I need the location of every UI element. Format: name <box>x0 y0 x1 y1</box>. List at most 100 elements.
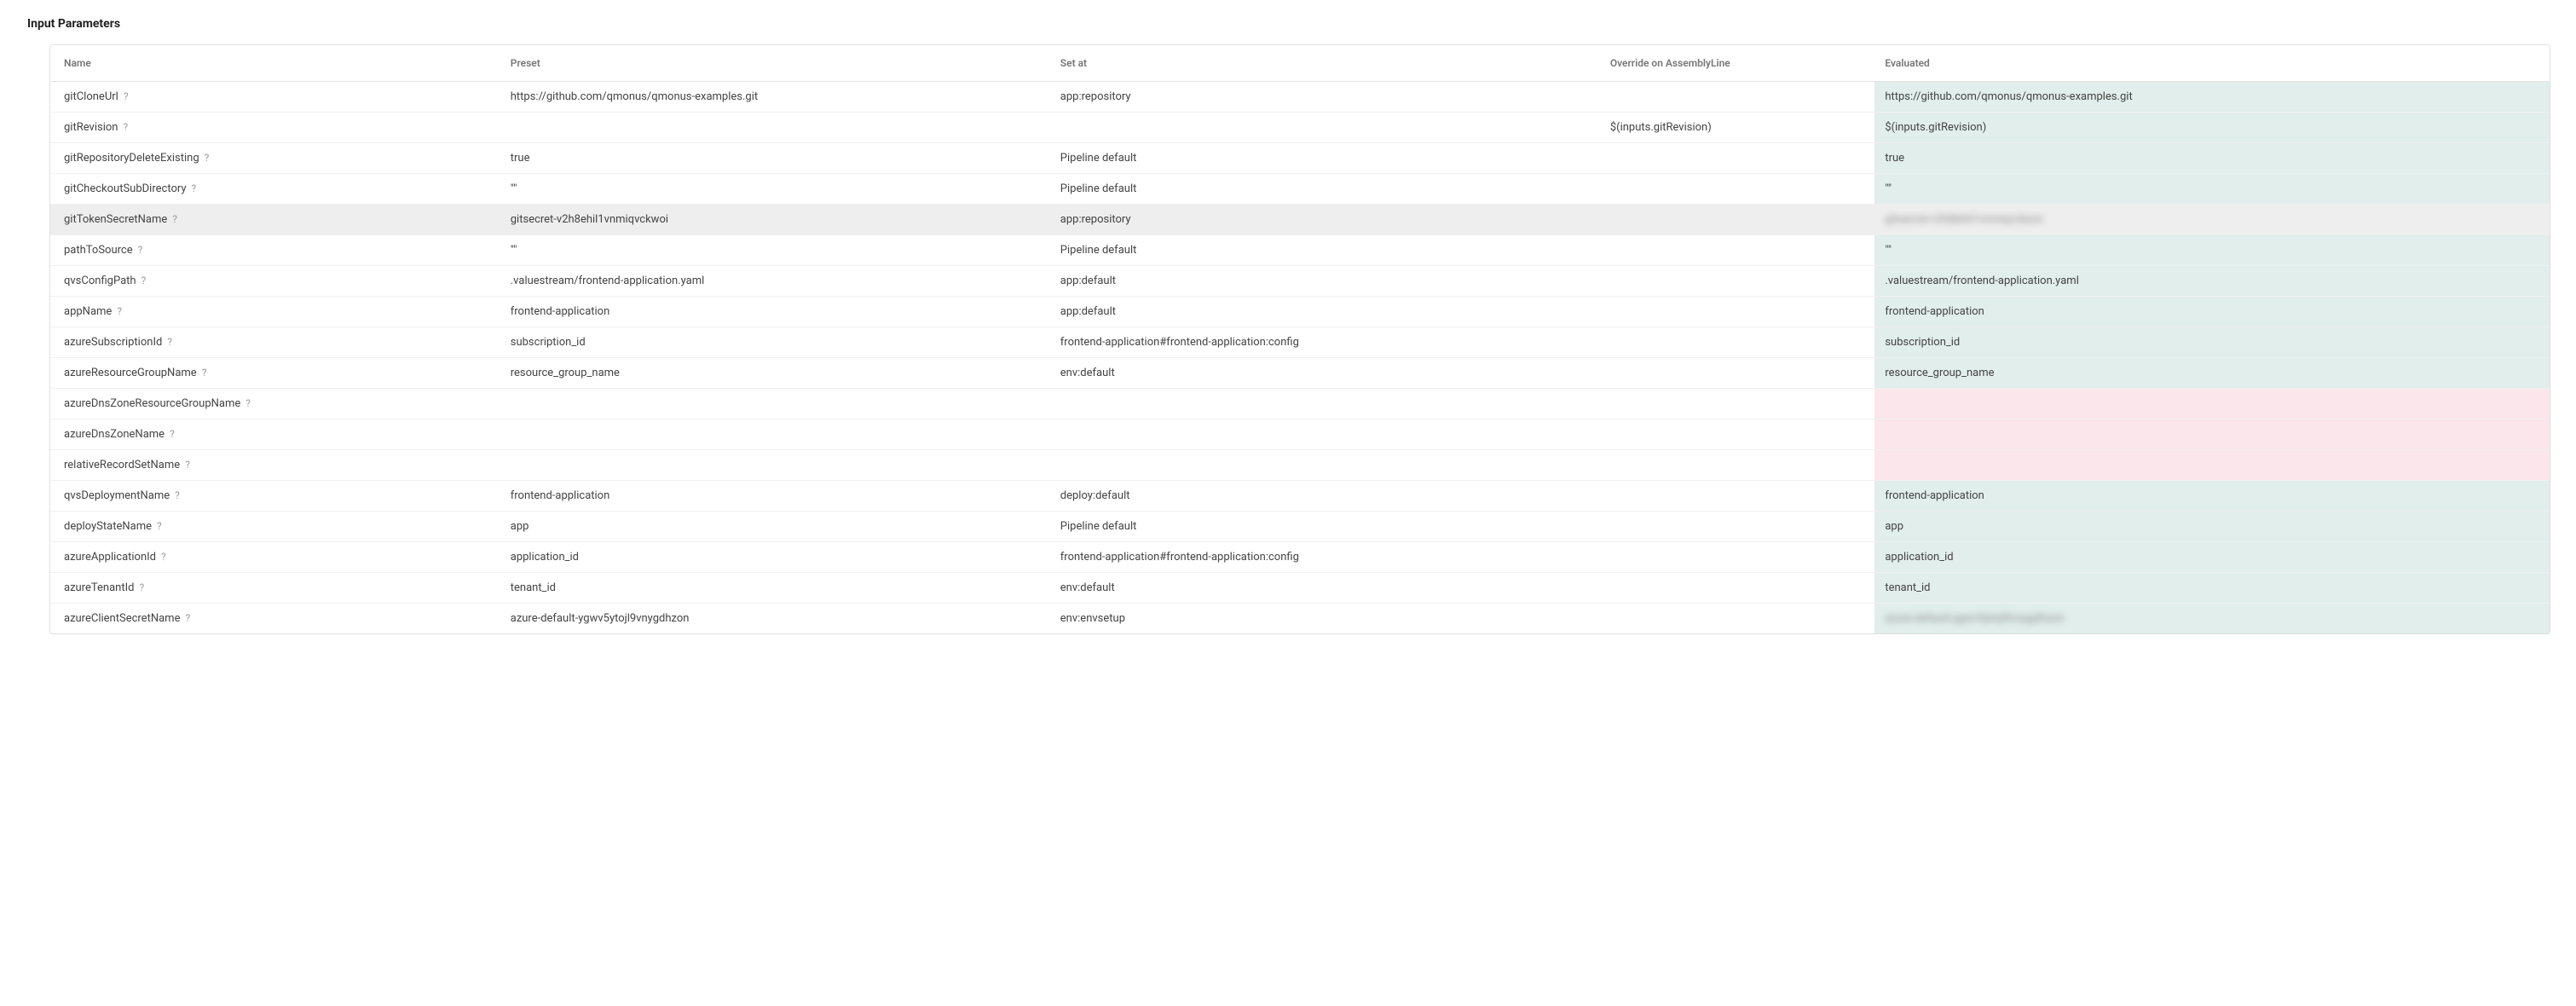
cell-setat <box>1050 389 1600 419</box>
table-body: gitCloneUrl?https://github.com/qmonus/qm… <box>50 82 2550 634</box>
col-header-setat: Set at <box>1050 45 1600 82</box>
cell-preset <box>500 389 1050 419</box>
table-row: gitCheckoutSubDirectory?""Pipeline defau… <box>50 174 2550 205</box>
evaluated-value: application_id <box>1885 551 1953 564</box>
cell-preset: resource_group_name <box>500 358 1050 389</box>
cell-preset <box>500 113 1050 143</box>
param-name: azureDnsZoneName <box>64 428 165 441</box>
col-header-name: Name <box>50 45 500 82</box>
cell-setat: env:default <box>1050 358 1600 389</box>
param-name: gitTokenSecretName <box>64 213 167 226</box>
param-name: azureTenantId <box>64 581 134 594</box>
cell-preset <box>500 419 1050 450</box>
cell-name: relativeRecordSetName? <box>50 450 500 481</box>
table-row: azureClientSecretName?azure-default-ygwv… <box>50 604 2550 634</box>
table-row: gitRevision?$(inputs.gitRevision)$(input… <box>50 113 2550 143</box>
evaluated-value: app <box>1885 520 1903 533</box>
param-name: relativeRecordSetName <box>64 459 180 471</box>
cell-name: azureDnsZoneResourceGroupName? <box>50 389 500 419</box>
param-name: appName <box>64 305 112 318</box>
cell-setat <box>1050 419 1600 450</box>
help-icon[interactable]: ? <box>202 367 207 379</box>
help-icon[interactable]: ? <box>172 213 177 225</box>
cell-override <box>1600 327 1875 358</box>
help-icon[interactable]: ? <box>161 551 166 563</box>
cell-preset: application_id <box>500 542 1050 573</box>
help-icon[interactable]: ? <box>185 612 190 624</box>
param-name: azureDnsZoneResourceGroupName <box>64 397 240 410</box>
cell-evaluated: true <box>1874 143 2550 174</box>
help-icon[interactable]: ? <box>175 489 180 501</box>
help-icon[interactable]: ? <box>167 336 172 348</box>
param-name: gitRepositoryDeleteExisting <box>64 152 199 165</box>
table-row: azureDnsZoneResourceGroupName? <box>50 389 2550 419</box>
help-icon[interactable]: ? <box>157 520 162 532</box>
cell-evaluated: "" <box>1874 174 2550 205</box>
help-icon[interactable]: ? <box>170 428 175 440</box>
help-icon[interactable]: ? <box>138 244 143 256</box>
help-icon[interactable]: ? <box>124 90 129 102</box>
evaluated-value: "" <box>1885 182 1892 195</box>
evaluated-value: frontend-application <box>1885 305 1984 318</box>
table-row: azureDnsZoneName? <box>50 419 2550 450</box>
cell-name: pathToSource? <box>50 235 500 266</box>
cell-name: azureTenantId? <box>50 573 500 604</box>
cell-preset: "" <box>500 174 1050 205</box>
cell-override <box>1600 235 1875 266</box>
cell-setat: Pipeline default <box>1050 512 1600 542</box>
cell-evaluated: tenant_id <box>1874 573 2550 604</box>
cell-preset: frontend-application <box>500 481 1050 512</box>
cell-setat: env:default <box>1050 573 1600 604</box>
parameters-table-wrapper: Name Preset Set at Override on AssemblyL… <box>49 44 2550 634</box>
cell-evaluated: .valuestream/frontend-application.yaml <box>1874 266 2550 297</box>
cell-preset: tenant_id <box>500 573 1050 604</box>
parameters-table: Name Preset Set at Override on AssemblyL… <box>50 45 2550 633</box>
cell-override <box>1600 389 1875 419</box>
cell-evaluated: gitsecret-v2h8ehil1vnmiqvckwoi <box>1874 205 2550 235</box>
table-header-row: Name Preset Set at Override on AssemblyL… <box>50 45 2550 82</box>
cell-setat: app:repository <box>1050 205 1600 235</box>
cell-override <box>1600 205 1875 235</box>
cell-evaluated: frontend-application <box>1874 481 2550 512</box>
cell-override <box>1600 450 1875 481</box>
cell-evaluated <box>1874 450 2550 481</box>
cell-evaluated: application_id <box>1874 542 2550 573</box>
cell-name: gitRevision? <box>50 113 500 143</box>
cell-name: azureSubscriptionId? <box>50 327 500 358</box>
param-name: deployStateName <box>64 520 152 533</box>
cell-preset: subscription_id <box>500 327 1050 358</box>
param-name: gitCheckoutSubDirectory <box>64 182 187 195</box>
param-name: azureApplicationId <box>64 551 156 564</box>
help-icon[interactable]: ? <box>123 121 128 133</box>
cell-setat: Pipeline default <box>1050 143 1600 174</box>
cell-preset: frontend-application <box>500 297 1050 327</box>
help-icon[interactable]: ? <box>245 397 251 409</box>
cell-setat: Pipeline default <box>1050 235 1600 266</box>
cell-name: gitRepositoryDeleteExisting? <box>50 143 500 174</box>
cell-name: deployStateName? <box>50 512 500 542</box>
cell-evaluated: resource_group_name <box>1874 358 2550 389</box>
cell-setat: app:default <box>1050 297 1600 327</box>
param-name: azureResourceGroupName <box>64 367 197 379</box>
cell-preset: "" <box>500 235 1050 266</box>
help-icon[interactable]: ? <box>205 152 210 164</box>
help-icon[interactable]: ? <box>142 275 147 286</box>
cell-preset: app <box>500 512 1050 542</box>
table-row: gitCloneUrl?https://github.com/qmonus/qm… <box>50 82 2550 113</box>
help-icon[interactable]: ? <box>192 182 197 194</box>
param-name: azureClientSecretName <box>64 612 180 625</box>
cell-evaluated: $(inputs.gitRevision) <box>1874 113 2550 143</box>
cell-override <box>1600 266 1875 297</box>
param-name: qvsConfigPath <box>64 275 136 287</box>
help-icon[interactable]: ? <box>117 305 122 317</box>
evaluated-value: true <box>1885 152 1904 165</box>
help-icon[interactable]: ? <box>185 459 190 471</box>
evaluated-value: tenant_id <box>1885 581 1930 594</box>
param-name: azureSubscriptionId <box>64 336 162 349</box>
cell-evaluated: app <box>1874 512 2550 542</box>
cell-name: qvsDeploymentName? <box>50 481 500 512</box>
param-name: gitCloneUrl <box>64 90 118 103</box>
table-row: azureTenantId?tenant_idenv:defaulttenant… <box>50 573 2550 604</box>
help-icon[interactable]: ? <box>139 581 144 593</box>
cell-name: azureResourceGroupName? <box>50 358 500 389</box>
